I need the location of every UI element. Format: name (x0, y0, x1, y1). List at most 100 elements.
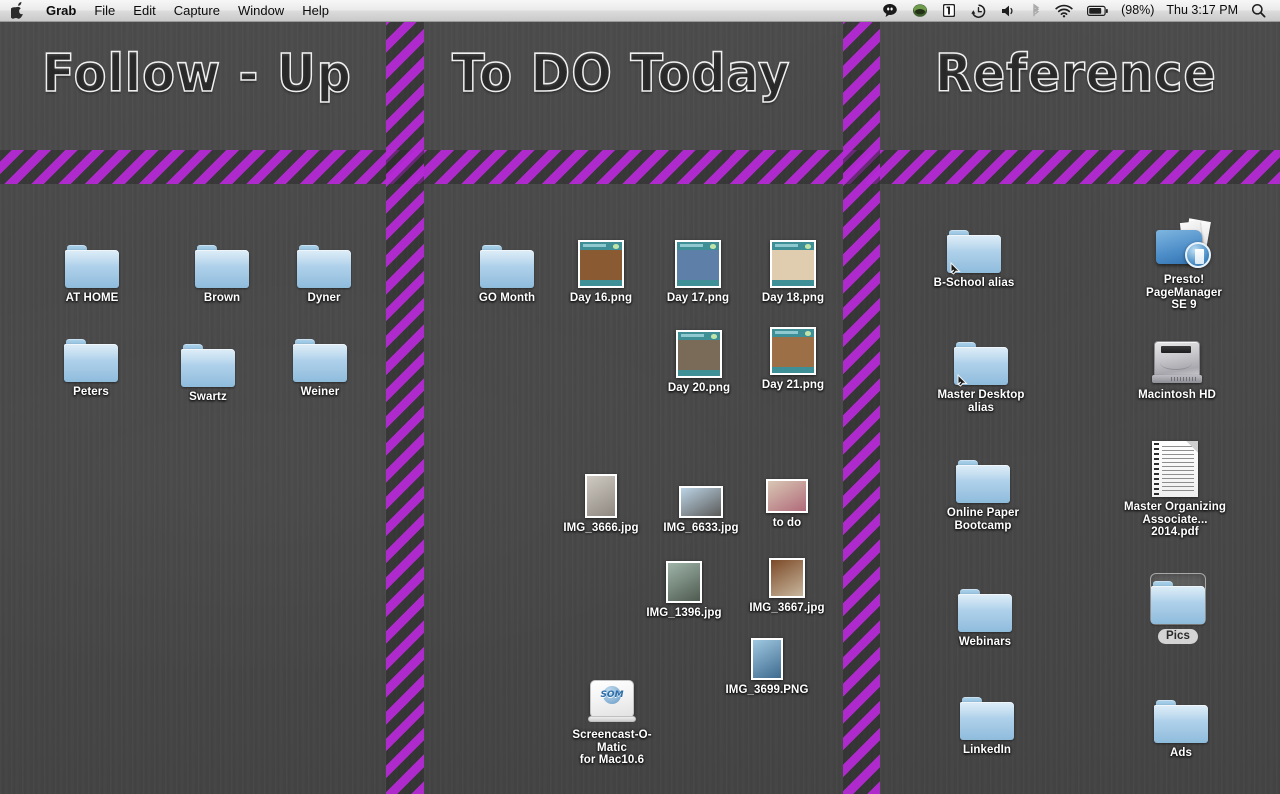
folder-icon (293, 339, 347, 382)
icon-label: Peters (73, 386, 109, 398)
icon-glyph (667, 318, 731, 378)
file-thumbnail (578, 240, 624, 288)
icon-label: Macintosh HD (1138, 389, 1216, 401)
folder-icon (181, 344, 235, 387)
file-thumbnail (766, 479, 808, 513)
icon-glyph (652, 543, 716, 603)
menu-item-window[interactable]: Window (229, 0, 293, 22)
menu-bar[interactable]: Grab File Edit Capture Window Help (98%)… (0, 0, 1280, 22)
icon-label: IMG_3667.jpg (749, 602, 825, 614)
file-thumbnail (770, 240, 816, 288)
desktop-icon-day-18-png[interactable]: Day 18.png (741, 228, 845, 305)
desktop-icon-linkedin[interactable]: LinkedIn (935, 680, 1039, 757)
tape-divider-vertical-left (386, 22, 424, 794)
menu-app-name[interactable]: Grab (37, 0, 85, 22)
hard-drive-icon (1151, 339, 1203, 385)
folder-icon (947, 230, 1001, 275)
desktop-icon-go-month[interactable]: GO Month (455, 228, 559, 305)
icon-glyph (755, 538, 819, 598)
icon-glyph (190, 228, 254, 288)
icon-label: Weiner (300, 386, 340, 398)
icon-glyph (951, 443, 1015, 503)
icon-glyph (942, 213, 1006, 275)
desktop-icon-online-paper-bootcamp[interactable]: Online Paper Bootcamp (931, 443, 1035, 532)
spotlight-search-icon[interactable] (1244, 0, 1273, 22)
desktop-icon-presto-pagemanager-se-9[interactable]: Presto! PageManager SE 9 (1132, 210, 1236, 312)
desktop-icon-to-do[interactable]: to do (735, 453, 839, 530)
desktop-icon-at-home[interactable]: AT HOME (40, 228, 144, 305)
bluetooth-icon[interactable] (1024, 0, 1048, 22)
icon-glyph (666, 228, 730, 288)
icon-label: Day 21.png (761, 379, 825, 391)
apple-logo-icon[interactable] (0, 2, 37, 19)
icon-label: B-School alias (933, 277, 1015, 289)
desktop-icon-pics[interactable]: Pics (1126, 573, 1230, 644)
icon-glyph (60, 228, 124, 288)
icon-glyph (1150, 573, 1206, 625)
icon-glyph (1145, 325, 1209, 385)
icon-glyph (735, 620, 799, 680)
file-thumbnail (751, 638, 783, 680)
desktop-icon-img-3699-png[interactable]: IMG_3699.PNG (715, 620, 819, 697)
desktop-icon-peters[interactable]: Peters (39, 322, 143, 399)
desktop-icon-master-organizing-associate-2014-pdf[interactable]: Master Organizing Associate... 2014.pdf (1123, 437, 1227, 539)
folder-icon (1151, 581, 1205, 624)
icon-label: IMG_6633.jpg (663, 522, 739, 534)
folder-icon (65, 245, 119, 288)
external-drive-icon: SOM (586, 679, 638, 725)
icon-glyph (1152, 210, 1216, 270)
section-heading-todo: To DO Today (451, 43, 791, 105)
menu-item-capture[interactable]: Capture (165, 0, 229, 22)
green-circle-icon[interactable] (905, 0, 935, 22)
icon-glyph (1143, 437, 1207, 497)
menu-item-help[interactable]: Help (293, 0, 338, 22)
file-thumbnail (769, 558, 805, 598)
desktop-icon-screencast-o-matic-for-mac10-6[interactable]: SOM Screencast-O-Matic for Mac10.6 (560, 665, 664, 767)
desktop-icon-day-17-png[interactable]: Day 17.png (646, 228, 750, 305)
desktop-icon-img-3666-jpg[interactable]: IMG_3666.jpg (549, 458, 653, 535)
speech-bubble-icon[interactable] (875, 0, 905, 22)
icon-label: LinkedIn (962, 744, 1012, 756)
desktop-icon-brown[interactable]: Brown (170, 228, 274, 305)
desktop-icon-b-school-alias[interactable]: B-School alias (922, 213, 1026, 290)
icon-glyph (761, 228, 825, 288)
icon-label: to do (772, 517, 802, 529)
desktop-icon-day-16-png[interactable]: Day 16.png (549, 228, 653, 305)
desktop-icon-img-1396-jpg[interactable]: IMG_1396.jpg (632, 543, 736, 620)
desktop-icon-img-3667-jpg[interactable]: IMG_3667.jpg (735, 538, 839, 615)
desktop-icon-weiner[interactable]: Weiner (268, 322, 372, 399)
desktop-icon-swartz[interactable]: Swartz (156, 327, 260, 404)
battery-percent-label: (98%) (1121, 2, 1155, 17)
time-machine-icon[interactable] (963, 0, 994, 22)
icon-glyph (292, 228, 356, 288)
icon-glyph (288, 322, 352, 382)
menubar-clock[interactable]: Thu 3:17 PM (1160, 0, 1244, 22)
pagemanager-app-icon (1155, 218, 1213, 270)
battery-icon[interactable] (1080, 0, 1115, 22)
icon-label: Screencast-O-Matic for Mac10.6 (572, 729, 652, 766)
desktop-icon-day-20-png[interactable]: Day 20.png (647, 318, 751, 395)
file-thumbnail (675, 240, 721, 288)
section-heading-followup: Follow - Up (41, 43, 352, 105)
icon-label: AT HOME (65, 292, 119, 304)
volume-icon[interactable] (994, 0, 1024, 22)
icon-label: Swartz (189, 391, 227, 403)
folder-icon (958, 589, 1012, 632)
menu-item-edit[interactable]: Edit (124, 0, 164, 22)
icon-glyph (953, 572, 1017, 632)
menu-item-file[interactable]: File (85, 0, 124, 22)
desktop-icon-master-desktop-alias[interactable]: Master Desktop alias (929, 325, 1033, 414)
icon-glyph (949, 325, 1013, 387)
folder-icon (954, 342, 1008, 387)
file-thumbnail (585, 474, 617, 518)
desktop-icon-webinars[interactable]: Webinars (933, 572, 1037, 649)
desktop-icon-day-21-png[interactable]: Day 21.png (741, 315, 845, 392)
desktop-icon-macintosh-hd[interactable]: Macintosh HD (1125, 325, 1229, 402)
desktop-icon-ads[interactable]: Ads (1129, 683, 1233, 760)
desktop-icon-dyner[interactable]: Dyner (272, 228, 376, 305)
onepassword-icon[interactable] (935, 0, 963, 22)
folder-icon (64, 339, 118, 382)
icon-label: IMG_3666.jpg (563, 522, 639, 534)
wifi-icon[interactable] (1048, 0, 1080, 22)
icon-label: Day 20.png (667, 382, 731, 394)
